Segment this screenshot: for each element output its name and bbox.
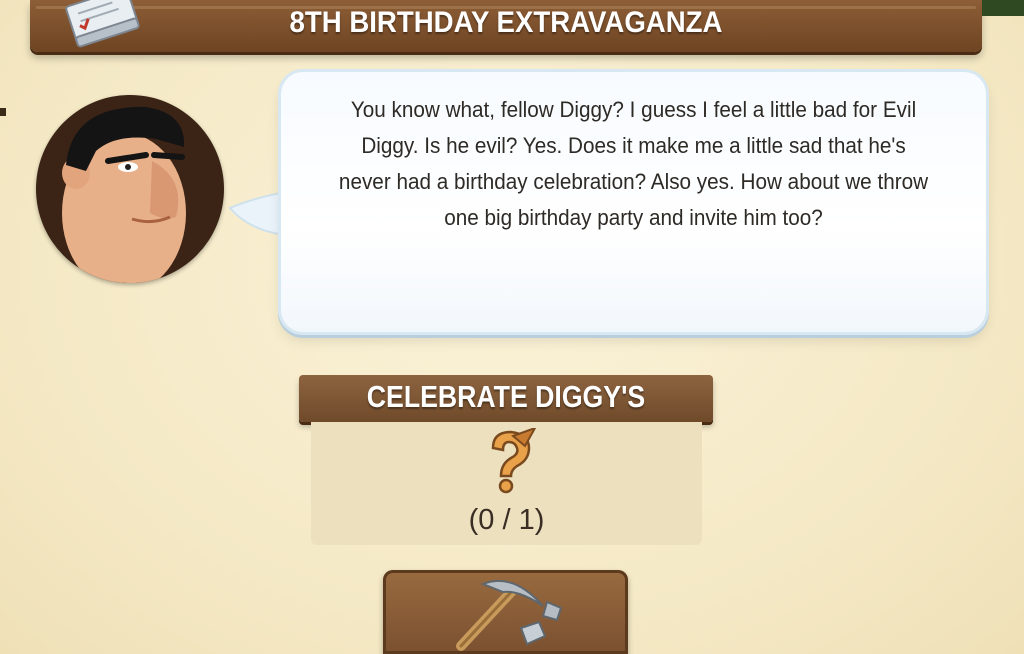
task-progress: (0 / 1) <box>468 504 545 536</box>
corner-decoration <box>982 0 1024 16</box>
page-title: 8TH BIRTHDAY EXTRAVAGANZA <box>289 6 723 39</box>
speech-bubble: You know what, fellow Diggy? I guess I f… <box>281 72 986 332</box>
pickaxe-icon <box>456 579 563 651</box>
quest-scroll-icon <box>65 0 140 48</box>
diggy-face-icon <box>62 106 186 283</box>
task-banner: CELEBRATE DIGGY'S BIRTHDAY <box>299 375 713 450</box>
task-panel: (0 / 1) <box>311 422 702 545</box>
dig-button[interactable] <box>383 570 628 654</box>
edge-marker <box>0 108 6 116</box>
diggy-portrait <box>36 95 224 283</box>
title-banner: 8TH BIRTHDAY EXTRAVAGANZA <box>30 0 982 52</box>
question-mark-icon <box>491 428 537 494</box>
dialog-text: You know what, fellow Diggy? I guess I f… <box>338 97 929 230</box>
